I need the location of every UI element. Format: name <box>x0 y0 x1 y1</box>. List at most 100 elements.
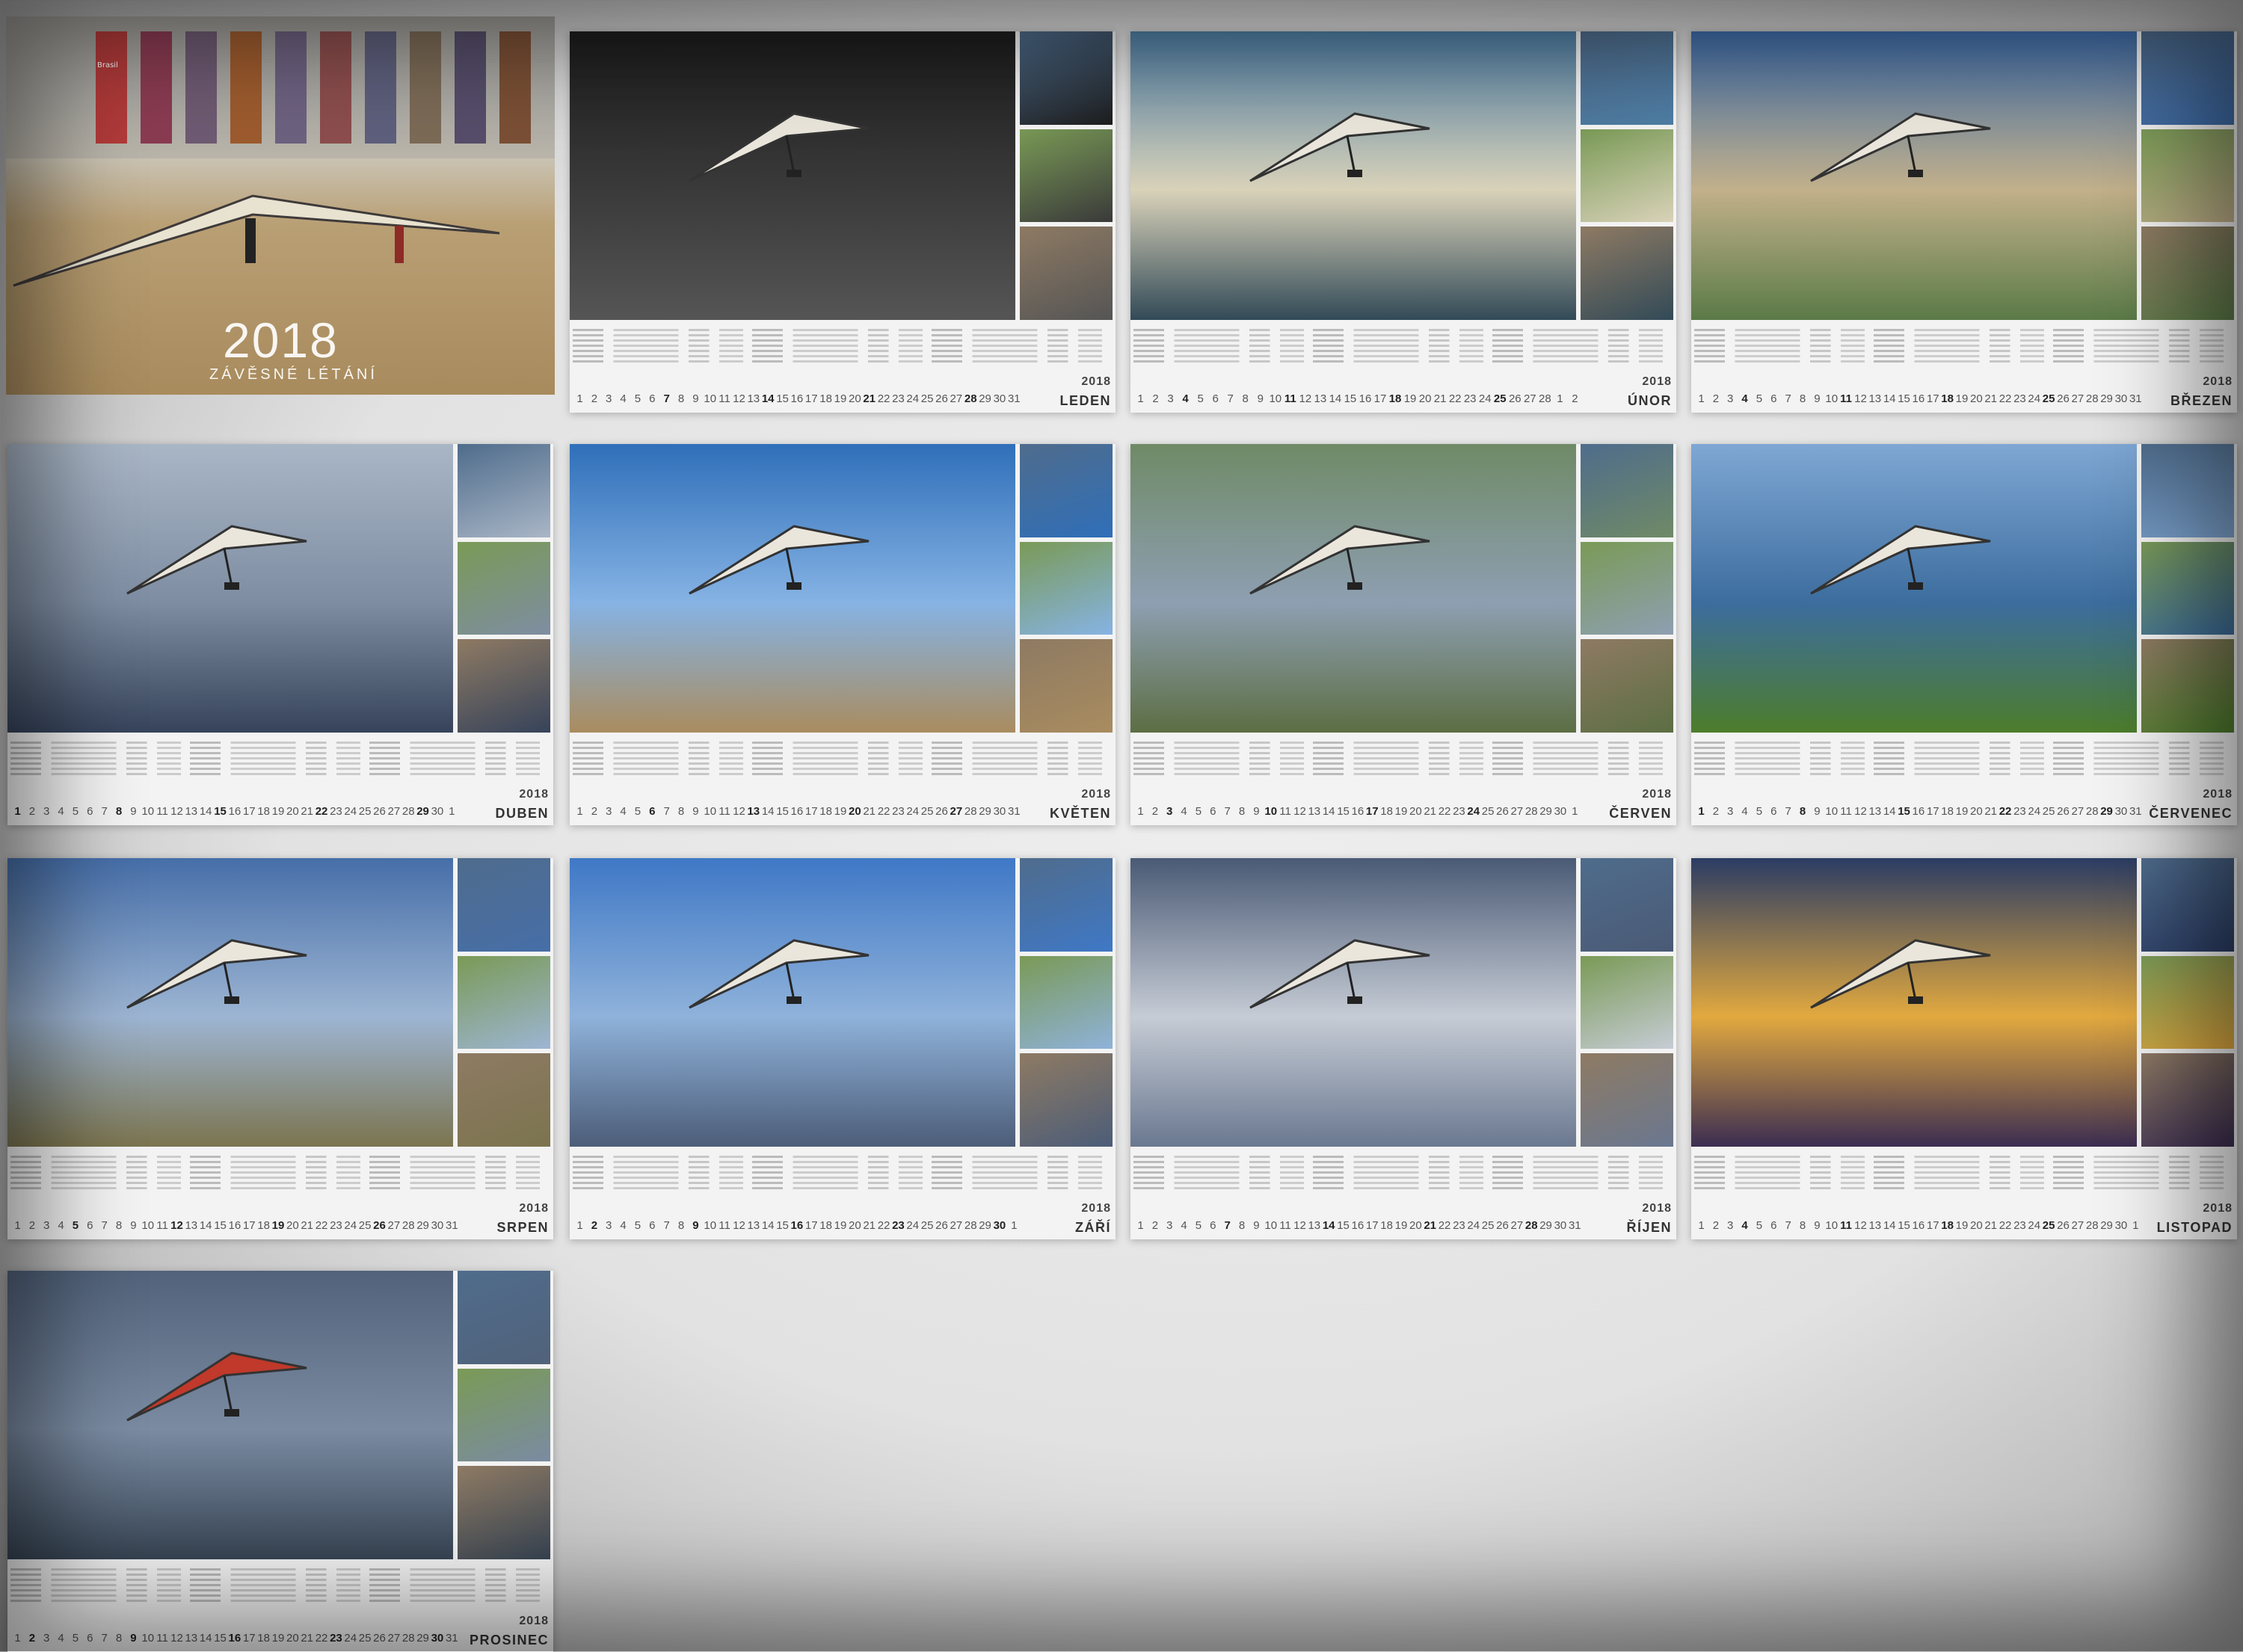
month-main-photo <box>1691 444 2137 733</box>
calendar-day: 13 <box>1868 392 1882 405</box>
calendar-day: 26 <box>1508 392 1522 405</box>
calendar-day: 17 <box>804 805 818 818</box>
month-thumbnail <box>2141 639 2234 733</box>
month-thumbnail <box>1581 226 1673 320</box>
calendar-day: 1 <box>14 805 21 818</box>
month-thumbnail <box>1020 444 1113 537</box>
calendar-day: 18 <box>1941 805 1954 818</box>
calendar-day: 17 <box>804 392 818 405</box>
calendar-day: 2 <box>1712 1219 1720 1232</box>
days-row: 1 2 3 4 5 6 7 8 9 10 11 12 13 14 15 16 17 18 19 20 21 22 23 24 2… <box>1133 803 1582 821</box>
calendar-day: 23 <box>1453 805 1465 818</box>
calendar-day: 10 <box>704 805 717 818</box>
calendar-day: 14 <box>199 1632 212 1645</box>
month-page: 1 2 3 4 5 6 7 8 9 10 11 12 13 14 15 16 17 18 19 20 21 22 23 24 2… <box>1130 444 1676 825</box>
flight-log-table <box>10 1153 549 1199</box>
calendar-day: 31 <box>1007 392 1021 405</box>
calendar-day: 18 <box>257 1219 270 1232</box>
month-year: 2018 <box>519 788 549 801</box>
calendar-day: 1 <box>2132 1219 2139 1232</box>
calendar-day: 4 <box>1181 805 1187 818</box>
calendar-day: 16 <box>790 805 804 818</box>
calendar-day: 16 <box>1359 392 1372 405</box>
calendar-day: 28 <box>964 392 977 405</box>
hang-glider <box>1810 939 1991 1009</box>
calendar-day: 30 <box>2114 805 2128 818</box>
calendar-day: 2 <box>591 805 598 818</box>
month-thumbnail <box>1020 956 1113 1049</box>
cover-banner-10 <box>499 31 531 144</box>
calendar-day: 6 <box>87 805 93 818</box>
calendar-day: 12 <box>733 805 745 818</box>
cover-banner-4 <box>230 31 262 144</box>
calendar-day: 10 <box>1825 1219 1839 1232</box>
calendar-day: 24 <box>344 805 357 818</box>
calendar-day: 5 <box>1756 805 1763 818</box>
calendar-day: 18 <box>257 1632 270 1645</box>
calendar-day: 12 <box>1854 805 1867 818</box>
calendar-day: 5 <box>634 392 641 405</box>
calendar-day: 8 <box>1799 392 1806 405</box>
calendar-day: 9 <box>692 1219 699 1232</box>
calendar-day: 29 <box>2100 392 2113 405</box>
calendar-day: 22 <box>315 805 328 818</box>
calendar-day: 1 <box>1011 1219 1018 1232</box>
calendar-day: 14 <box>761 392 775 405</box>
calendar-day: 5 <box>1197 392 1204 405</box>
calendar-day: 23 <box>1463 392 1477 405</box>
cover-banner-3 <box>185 31 217 144</box>
month-thumbnail <box>1581 858 1673 952</box>
calendar-day: 17 <box>1926 805 1939 818</box>
calendar-day: 14 <box>1883 1219 1896 1232</box>
calendar-day: 10 <box>141 1219 155 1232</box>
calendar-day: 25 <box>1481 805 1495 818</box>
calendar-day: 7 <box>1224 805 1231 818</box>
calendar-day: 4 <box>1741 392 1748 405</box>
hang-glider <box>1249 939 1430 1009</box>
calendar-day: 11 <box>156 1219 168 1232</box>
calendar-day: 30 <box>2114 1219 2128 1232</box>
calendar-day: 26 <box>373 1632 386 1645</box>
calendar-day: 17 <box>1373 392 1387 405</box>
calendar-day: 17 <box>1365 1219 1379 1232</box>
calendar-day: 27 <box>950 805 963 818</box>
month-name: ÚNOR <box>1628 393 1672 408</box>
calendar-day: 31 <box>445 1632 458 1645</box>
month-page: 1 2 3 4 5 6 7 8 9 10 11 12 13 14 15 16 17 18 19 20 21 22 23 24 2… <box>570 31 1116 413</box>
calendar-day: 13 <box>1308 805 1321 818</box>
calendar-day: 8 <box>115 1219 123 1232</box>
calendar-day: 29 <box>2100 805 2113 818</box>
calendar-day: 1 <box>1572 805 1578 818</box>
calendar-day: 8 <box>677 805 685 818</box>
flight-log-table <box>10 739 549 785</box>
calendar-cover: Brasil 2018 ZÁVĚSNÉ LÉTÁNÍ <box>6 16 555 395</box>
calendar-day: 14 <box>761 1219 775 1232</box>
calendar-day: 26 <box>2057 392 2070 405</box>
calendar-day: 12 <box>1293 1219 1306 1232</box>
calendar-day: 9 <box>130 1632 137 1645</box>
calendar-day: 16 <box>1912 805 1925 818</box>
calendar-day: 9 <box>1814 1219 1821 1232</box>
calendar-day: 10 <box>141 1632 155 1645</box>
calendar-day: 22 <box>1999 392 2012 405</box>
days-row: 1 2 3 4 5 6 7 8 9 10 11 12 13 14 15 16 17 18 19 20 21 22 23 24 2… <box>10 1217 459 1235</box>
days-row: 1 2 3 4 5 6 7 8 9 10 11 12 13 14 15 16 17 18 19 20 21 22 23 24 2… <box>10 803 459 821</box>
calendar-day: 3 <box>43 805 50 818</box>
calendar-day: 13 <box>747 392 760 405</box>
calendar-day: 30 <box>431 1219 444 1232</box>
calendar-day: 15 <box>214 1219 227 1232</box>
calendar-day: 29 <box>416 805 429 818</box>
calendar-day: 6 <box>1770 1219 1777 1232</box>
month-thumbnail <box>2141 956 2234 1049</box>
calendar-day: 8 <box>1799 1219 1806 1232</box>
calendar-day: 1 <box>1698 805 1705 818</box>
calendar-day: 7 <box>1785 1219 1791 1232</box>
calendar-day: 1 <box>449 805 455 818</box>
calendar-day: 3 <box>606 392 612 405</box>
month-thumbnail <box>458 444 550 537</box>
calendar-day: 9 <box>130 805 137 818</box>
calendar-day: 29 <box>979 805 991 818</box>
calendar-day: 11 <box>1840 1219 1853 1232</box>
calendar-day: 22 <box>1438 1219 1451 1232</box>
hang-glider <box>126 1352 307 1422</box>
